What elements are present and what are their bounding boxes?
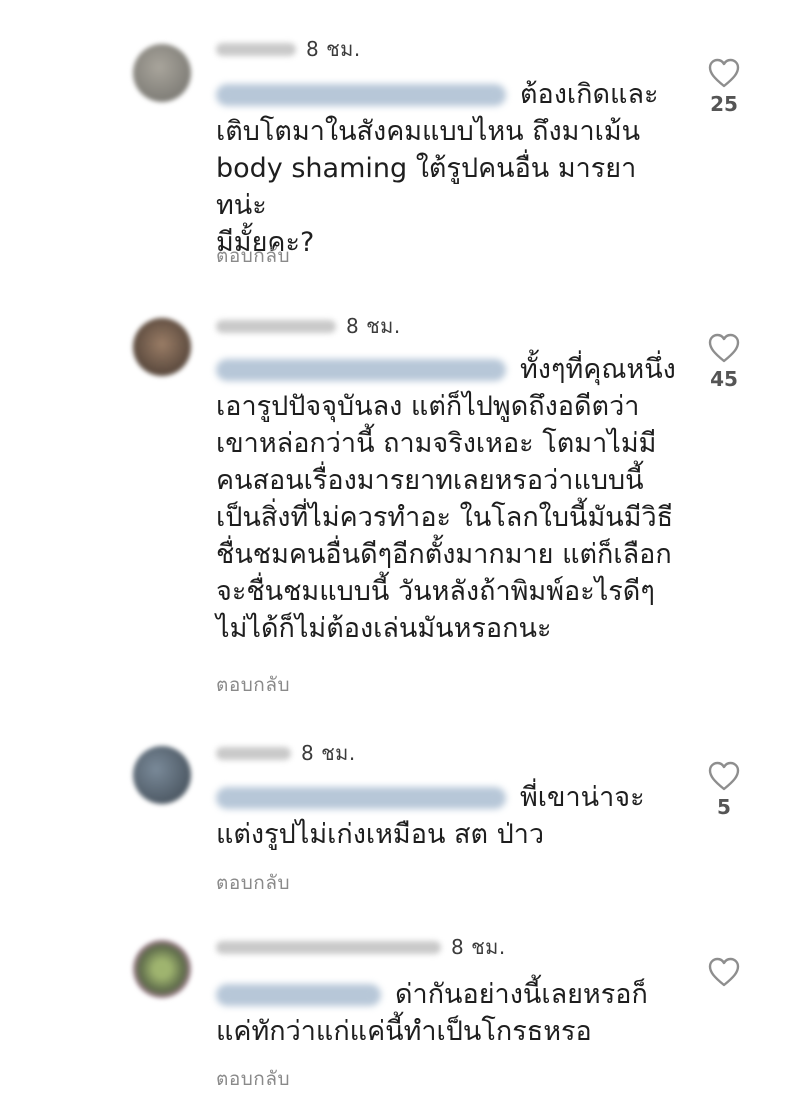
comment-meta: 8 ชม.: [216, 311, 401, 341]
comment-time: 8 ชม.: [301, 741, 356, 765]
like-button[interactable]: 45: [700, 333, 748, 391]
username[interactable]: [216, 319, 336, 333]
like-count: 45: [710, 367, 738, 391]
reply-button[interactable]: ตอบกลับ: [216, 670, 290, 700]
username[interactable]: [216, 746, 291, 760]
reply-button[interactable]: ตอบกลับ: [216, 868, 290, 898]
username[interactable]: [216, 42, 296, 56]
comment-time: 8 ชม.: [346, 314, 401, 338]
heart-outline-icon: [708, 58, 740, 88]
like-button[interactable]: 5: [700, 761, 748, 819]
reply-button[interactable]: ตอบกลับ: [216, 241, 290, 271]
avatar[interactable]: [133, 318, 191, 376]
comment-text: พี่เขาน่าจะ แต่งรูปไม่เก่งเหมือน สต ป่าว: [216, 782, 645, 850]
like-button[interactable]: 25: [700, 58, 748, 116]
comment-time: 8 ชม.: [306, 37, 361, 61]
comment-meta: 8 ชม.: [216, 34, 361, 64]
mention-link[interactable]: [216, 359, 506, 381]
username[interactable]: [216, 940, 441, 954]
like-count: 25: [710, 92, 738, 116]
comment-text: ด่ากันอย่างนี้เลยหรอก็ แค่ทักว่าแก่แค่นี…: [216, 979, 648, 1047]
comment-time: 8 ชม.: [451, 935, 506, 959]
avatar[interactable]: [133, 940, 191, 998]
like-button[interactable]: [700, 957, 748, 987]
avatar[interactable]: [133, 746, 191, 804]
like-count: 5: [717, 795, 731, 819]
comment-text: ต้องเกิดและ เติบโตมาในสังคมแบบไหน ถึงมาเ…: [216, 79, 659, 258]
heart-outline-icon: [708, 333, 740, 363]
heart-outline-icon: [708, 957, 740, 987]
mention-link[interactable]: [216, 984, 381, 1006]
comment-meta: 8 ชม.: [216, 738, 356, 768]
avatar[interactable]: [133, 44, 191, 102]
heart-outline-icon: [708, 761, 740, 791]
comment-text: ทั้งๆที่คุณหนึ่ง เอารูปปัจจุบันลง แต่ก็ไ…: [216, 354, 676, 644]
comment-meta: 8 ชม.: [216, 932, 506, 962]
mention-link[interactable]: [216, 84, 506, 106]
mention-link[interactable]: [216, 787, 506, 809]
